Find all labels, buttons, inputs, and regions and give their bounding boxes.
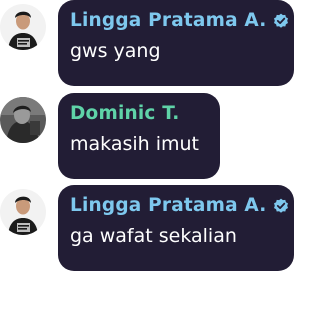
avatar[interactable] — [0, 189, 46, 235]
message-text: makasih imut — [70, 133, 200, 155]
author-name[interactable]: Lingga Pratama A. — [70, 10, 267, 32]
avatar[interactable] — [0, 97, 46, 143]
avatar-grayscale-photo-icon — [0, 97, 46, 143]
message-text: gws yang — [70, 40, 161, 62]
author-name[interactable]: Lingga Pratama A. — [70, 195, 267, 217]
message-bubble[interactable]: Lingga Pratama A. ga wafat sekalian — [58, 185, 294, 271]
verified-badge-icon — [273, 198, 289, 214]
avatar-person-icon — [0, 4, 46, 50]
avatar[interactable] — [0, 4, 46, 50]
author-row: Dominic T. — [70, 103, 206, 125]
verified-badge-icon — [273, 13, 289, 29]
message-text: ga wafat sekalian — [70, 225, 237, 247]
author-row: Lingga Pratama A. — [70, 195, 288, 217]
message-bubble[interactable]: Lingga Pratama A. gws yang — [58, 0, 294, 86]
author-row: Lingga Pratama A. — [70, 10, 288, 32]
message-bubble[interactable]: Dominic T. makasih imut — [58, 93, 220, 179]
chat-feed: Lingga Pratama A. gws yang Dominic T. ma… — [0, 0, 296, 320]
author-name[interactable]: Dominic T. — [70, 103, 179, 125]
avatar-person-icon — [0, 189, 46, 235]
